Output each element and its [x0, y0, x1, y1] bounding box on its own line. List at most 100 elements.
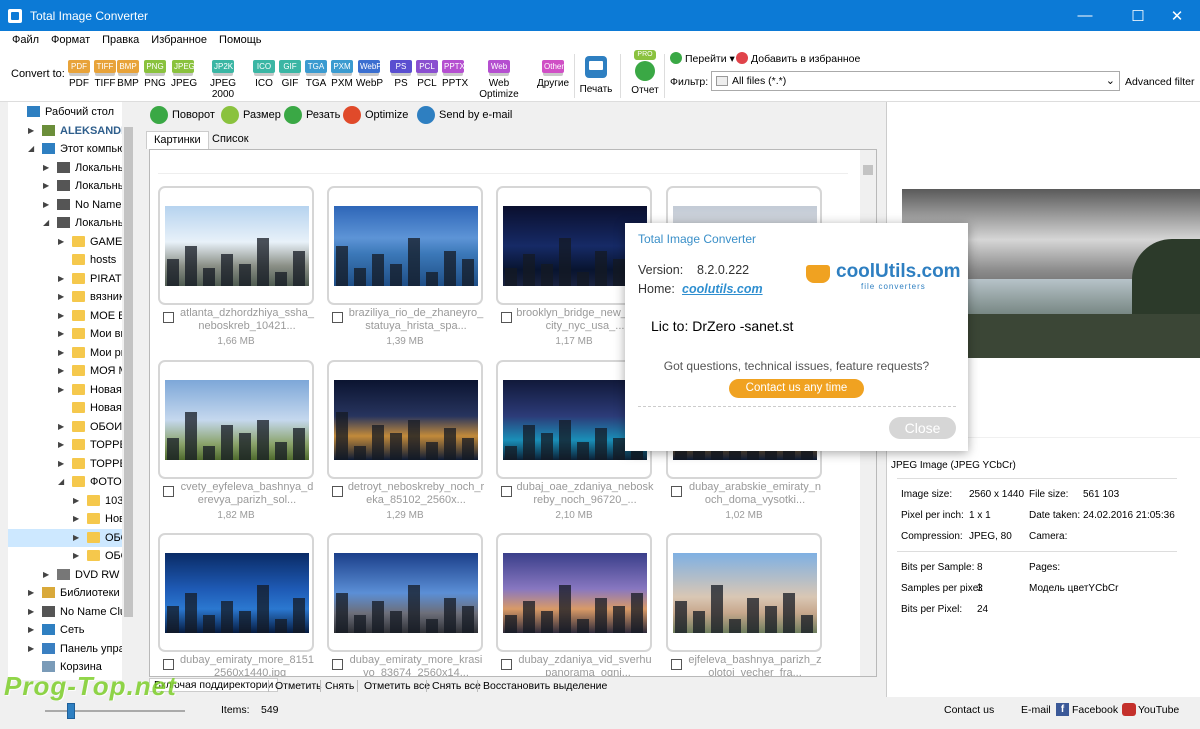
expand-arrow-icon[interactable]: ▶: [43, 196, 49, 214]
resize-button[interactable]: Размер: [221, 106, 281, 124]
expand-arrow-icon[interactable]: ▶: [58, 436, 64, 454]
select-checkbox[interactable]: [332, 486, 343, 497]
select-checkbox[interactable]: [501, 486, 512, 497]
convert-ico-button[interactable]: ICO ICO: [253, 60, 275, 89]
expand-arrow-icon[interactable]: ▶: [28, 640, 34, 658]
tree-item[interactable]: ▶ Панель управл: [8, 640, 135, 658]
expand-arrow-icon[interactable]: ▶: [73, 547, 79, 565]
restore-selection-button[interactable]: Восстановить выделение: [483, 680, 607, 692]
select-checkbox[interactable]: [671, 486, 682, 497]
tree-item[interactable]: ▶МОЯ МУЗ: [8, 362, 135, 380]
rotate-button[interactable]: Поворот: [150, 106, 215, 124]
thumbnail-card[interactable]: dubay_emiraty_more_krasivo_83674_2560x14…: [327, 533, 483, 676]
expand-arrow-icon[interactable]: ▶: [58, 288, 64, 306]
convert-gif-button[interactable]: GIF GIF: [279, 60, 301, 89]
tree-item[interactable]: ◢ Локальный: [8, 214, 135, 232]
convert-pptx-button[interactable]: PPTX PPTX: [442, 60, 468, 89]
tree-item[interactable]: hosts: [8, 251, 135, 269]
convert-pcl-button[interactable]: PCL PCL: [416, 60, 438, 89]
tree-item[interactable]: ▶ ОБОИ: [8, 418, 135, 436]
menu-format[interactable]: Формат: [51, 34, 90, 46]
tree-item[interactable]: ▶ GAMES: [8, 233, 135, 251]
select-checkbox[interactable]: [501, 312, 512, 323]
email-link[interactable]: E-mail: [1021, 704, 1051, 716]
thumbnail-card[interactable]: detroyt_neboskreby_noch_reka_85102_2560x…: [327, 360, 484, 521]
tree-item[interactable]: ▶ ОБОИ: [8, 528, 135, 547]
expand-arrow-icon[interactable]: ▶: [58, 307, 64, 325]
tree-item[interactable]: ▶ PIRATBIT: [8, 270, 135, 288]
expand-arrow-icon[interactable]: ▶: [28, 621, 34, 639]
tree-item[interactable]: ▶ Новая па: [8, 381, 135, 399]
zoom-slider-thumb[interactable]: [67, 703, 75, 719]
convert-jpeg-button[interactable]: JPEG JPEG: [171, 60, 197, 89]
tree-item[interactable]: ▶ No Name Club (: [8, 603, 135, 621]
unmark-button[interactable]: Снять: [325, 680, 354, 692]
minimize-icon[interactable]: —: [1062, 0, 1108, 31]
filter-dropdown[interactable]: All files (*.*) ⌄: [711, 71, 1120, 91]
collapse-arrow-icon[interactable]: ◢: [58, 473, 64, 491]
menu-help[interactable]: Помощь: [219, 34, 262, 46]
tree-item[interactable]: ▶ ОБОИ: [8, 547, 135, 565]
contact-us-button[interactable]: Contact us any time: [729, 379, 864, 398]
tree-item[interactable]: ▶ Сеть: [8, 621, 135, 639]
convert-png-button[interactable]: PNG PNG: [144, 60, 166, 89]
thumbnail-card[interactable]: atlanta_dzhordzhiya_ssha_neboskreb_10421…: [158, 186, 314, 347]
expand-arrow-icon[interactable]: ▶: [58, 455, 64, 473]
convert-jp2k-button[interactable]: JP2K JPEG 2000: [202, 60, 244, 100]
expand-arrow-icon[interactable]: ▶: [28, 603, 34, 621]
tree-item[interactable]: ▶ Мои рису: [8, 344, 135, 362]
tree-item[interactable]: ▶103MS: [8, 492, 135, 510]
menu-file[interactable]: Файл: [12, 34, 39, 46]
tree-item[interactable]: Рабочий стол: [8, 103, 135, 121]
menu-favorites[interactable]: Избранное: [151, 34, 207, 46]
unmark-all-button[interactable]: Снять все: [432, 680, 481, 692]
convert-webp-button[interactable]: WebP WebP: [356, 60, 383, 89]
thumbnail-card[interactable]: braziliya_rio_de_zhaneyro_statuya_hrista…: [327, 186, 483, 347]
crop-button[interactable]: Резать: [284, 106, 340, 124]
select-checkbox[interactable]: [163, 659, 174, 670]
tree-item[interactable]: ▶ Локальный: [8, 159, 135, 177]
tree-item[interactable]: ▶МОЕ ВИД: [8, 307, 135, 325]
close-button[interactable]: Close: [889, 417, 956, 439]
youtube-link[interactable]: YouTube: [1138, 704, 1179, 716]
expand-arrow-icon[interactable]: ▶: [58, 362, 64, 380]
tree-item[interactable]: ▶ ALEKSANDR B: [8, 122, 135, 140]
optimize-button[interactable]: Optimize: [343, 106, 408, 124]
tree-item[interactable]: Новая па: [8, 399, 135, 417]
expand-arrow-icon[interactable]: ▶: [43, 177, 49, 195]
tab-pictures[interactable]: Картинки: [146, 131, 209, 149]
thumbnail-card[interactable]: dubay_zdaniya_vid_sverhu_panorama_ogni..…: [496, 533, 652, 676]
tree-item[interactable]: ▶ТОРРЕНТ: [8, 436, 135, 454]
thumbnail-card[interactable]: cvety_eyfeleva_bashnya_derevya_parizh_so…: [158, 360, 314, 521]
expand-arrow-icon[interactable]: ▶: [28, 584, 34, 602]
report-button[interactable]: PRO Отчет: [628, 50, 662, 96]
thumbnail-card[interactable]: dubay_emiraty_more_8151_2560x1440.jpg: [158, 533, 314, 676]
expand-arrow-icon[interactable]: ▶: [73, 492, 79, 510]
collapse-arrow-icon[interactable]: ◢: [28, 140, 34, 158]
tree-scrollbar[interactable]: [122, 102, 135, 680]
advanced-filter-link[interactable]: Advanced filter: [1125, 76, 1194, 88]
mark-all-button[interactable]: Отметить все: [364, 680, 430, 692]
expand-arrow-icon[interactable]: ▶: [58, 418, 64, 436]
contact-us-link[interactable]: Contact us: [944, 704, 994, 716]
expand-arrow-icon[interactable]: ▶: [73, 529, 79, 547]
tree-item[interactable]: ▶ Мои виде: [8, 325, 135, 343]
expand-arrow-icon[interactable]: ▶: [58, 233, 64, 251]
tree-item[interactable]: ▶ вязники: [8, 288, 135, 306]
tree-item[interactable]: ▶ Новая: [8, 510, 135, 528]
email-button[interactable]: Send by e-mail: [417, 106, 512, 124]
tree-item[interactable]: ▶ DVD RW дис: [8, 566, 135, 584]
home-link[interactable]: coolutils.com: [682, 282, 763, 296]
expand-arrow-icon[interactable]: ▶: [43, 159, 49, 177]
convert-other-button[interactable]: Other Другие: [537, 60, 569, 89]
facebook-link[interactable]: Facebook: [1072, 704, 1118, 716]
convert-tga-button[interactable]: TGA TGA: [305, 60, 327, 89]
thumbnail-card[interactable]: ejfeleva_bashnya_parizh_zolotoi_vecher_f…: [666, 533, 822, 676]
select-checkbox[interactable]: [501, 659, 512, 670]
convert-pxm-button[interactable]: PXM PXM: [331, 60, 353, 89]
menu-edit[interactable]: Правка: [102, 34, 139, 46]
convert-bmp-button[interactable]: BMP BMP: [117, 60, 139, 89]
tree-item[interactable]: ▶ТОРРЕНТ: [8, 455, 135, 473]
select-checkbox[interactable]: [163, 486, 174, 497]
convert-web-button[interactable]: Web Web Optimize: [470, 60, 528, 100]
